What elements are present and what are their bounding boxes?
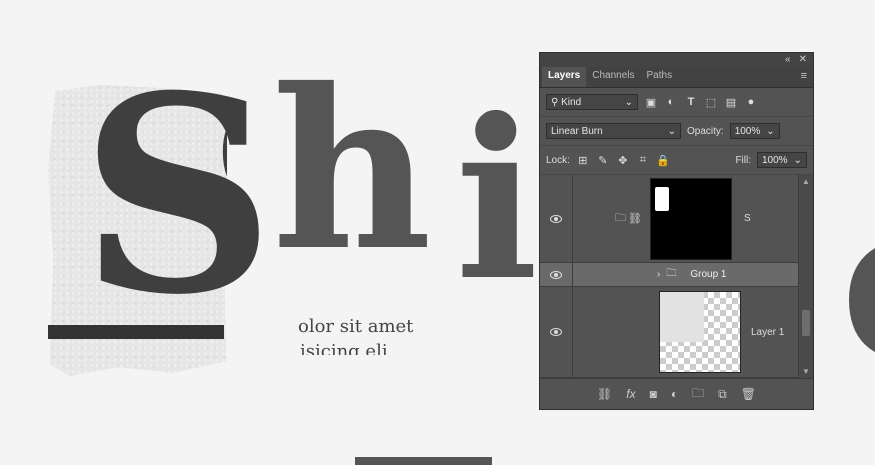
pixel-filter-icon[interactable]: ▣ bbox=[644, 95, 658, 109]
new-group-icon[interactable]: 🗀 bbox=[692, 384, 704, 405]
scroll-up-icon[interactable]: ▲ bbox=[802, 177, 810, 186]
letter-s: S bbox=[80, 36, 275, 354]
underline-bar bbox=[48, 325, 224, 339]
trash-icon[interactable]: 🗑 bbox=[741, 387, 756, 401]
layers-panel: « ✕ Layers Channels Paths ≡ ⚲ Kind ⌄ ▣ ◐… bbox=[539, 52, 814, 410]
layer-mask-thumbnail[interactable] bbox=[649, 177, 732, 260]
chevron-down-icon: ⌄ bbox=[766, 125, 775, 137]
tab-layers[interactable]: Layers bbox=[542, 67, 587, 87]
opacity-input[interactable]: 100% ⌄ bbox=[729, 123, 780, 139]
layer-row[interactable]: Layer 1 bbox=[540, 287, 799, 378]
filter-kind-label: Kind bbox=[561, 96, 582, 108]
bottom-bar bbox=[355, 457, 492, 465]
eye-icon bbox=[550, 328, 562, 336]
layer-name[interactable]: Layer 1 bbox=[751, 327, 784, 338]
letter-fragment: e bbox=[840, 170, 875, 390]
shape-filter-icon[interactable]: ⬚ bbox=[704, 95, 718, 109]
layer-name[interactable]: Group 1 bbox=[690, 269, 726, 280]
panel-tabs: Layers Channels Paths ≡ bbox=[540, 67, 813, 88]
lock-transparent-icon[interactable]: ⊞ bbox=[576, 153, 590, 167]
fx-icon[interactable]: fx bbox=[626, 387, 635, 401]
link-icon[interactable]: ⛓ bbox=[628, 212, 642, 225]
fill-input[interactable]: 100% ⌄ bbox=[757, 152, 807, 168]
fill-value: 100% bbox=[762, 154, 788, 166]
panel-footer: ⛓ fx ◙ ◐ 🗀 ⧉ 🗑 bbox=[540, 378, 813, 409]
chevron-down-icon: ⌄ bbox=[667, 125, 676, 137]
smart-object-filter-icon[interactable]: ▤ bbox=[724, 95, 738, 109]
type-filter-icon[interactable]: T bbox=[684, 95, 698, 109]
lock-image-icon[interactable]: ✎ bbox=[596, 153, 610, 167]
adjustment-filter-icon[interactable]: ◐ bbox=[664, 95, 678, 109]
letter-h: h bbox=[272, 40, 432, 299]
layers-list: 🗀 ⛓ S › 🗀 Group 1 Layer 1 ▲ ▼ bbox=[540, 175, 813, 378]
collapse-icon[interactable]: « bbox=[785, 53, 791, 67]
blend-row: Linear Burn ⌄ Opacity: 100% ⌄ bbox=[540, 117, 813, 146]
blend-mode-value: Linear Burn bbox=[551, 125, 603, 137]
lock-label: Lock: bbox=[546, 154, 570, 166]
layers-scrollbar[interactable]: ▲ ▼ bbox=[798, 175, 813, 378]
blend-mode-select[interactable]: Linear Burn ⌄ bbox=[546, 123, 681, 139]
adjustment-layer-icon[interactable]: ◐ bbox=[671, 387, 678, 401]
lock-row: Lock: ⊞ ✎ ✥ ⌗ 🔒 Fill: 100% ⌄ bbox=[540, 146, 813, 175]
layer-row-group[interactable]: › 🗀 Group 1 bbox=[540, 263, 799, 287]
tab-channels[interactable]: Channels bbox=[586, 67, 640, 87]
layer-row[interactable]: 🗀 ⛓ S bbox=[540, 175, 799, 263]
lock-artboard-icon[interactable]: ⌗ bbox=[636, 153, 650, 167]
search-icon: ⚲ bbox=[551, 96, 559, 108]
scrollbar-thumb[interactable] bbox=[802, 310, 810, 336]
layer-name[interactable]: S bbox=[744, 213, 751, 224]
fill-label: Fill: bbox=[735, 154, 751, 166]
new-layer-icon[interactable]: ⧉ bbox=[718, 387, 727, 402]
layer-thumbnail[interactable] bbox=[659, 291, 741, 373]
eye-icon bbox=[550, 214, 562, 223]
letter-s-duplicate: S bbox=[205, 60, 227, 330]
panel-menu-icon[interactable]: ≡ bbox=[801, 70, 807, 82]
chevron-right-icon[interactable]: › bbox=[657, 269, 660, 280]
tab-paths[interactable]: Paths bbox=[641, 67, 679, 87]
visibility-toggle[interactable] bbox=[540, 175, 573, 262]
filter-row: ⚲ Kind ⌄ ▣ ◐ T ⬚ ▤ ● bbox=[540, 88, 813, 117]
folder-icon: 🗀 bbox=[666, 268, 677, 279]
visibility-toggle[interactable] bbox=[540, 263, 573, 286]
opacity-label: Opacity: bbox=[687, 125, 724, 137]
link-layers-icon[interactable]: ⛓ bbox=[597, 387, 612, 401]
close-icon[interactable]: ✕ bbox=[799, 53, 807, 67]
body-text-line-1: olor sit amet bbox=[298, 316, 414, 337]
panel-titlebar: « ✕ bbox=[540, 53, 813, 67]
scroll-down-icon[interactable]: ▼ bbox=[802, 367, 810, 376]
chevron-down-icon: ⌄ bbox=[793, 154, 802, 166]
lock-all-icon[interactable]: 🔒 bbox=[656, 153, 670, 167]
lock-position-icon[interactable]: ✥ bbox=[616, 153, 630, 167]
folder-icon: 🗀 bbox=[615, 212, 626, 224]
letter-i: i bbox=[455, 70, 539, 329]
add-mask-icon[interactable]: ◙ bbox=[650, 387, 657, 401]
chevron-down-icon: ⌄ bbox=[624, 96, 633, 108]
filter-kind-select[interactable]: ⚲ Kind ⌄ bbox=[546, 94, 638, 110]
visibility-toggle[interactable] bbox=[540, 287, 573, 377]
opacity-value: 100% bbox=[734, 125, 761, 137]
eye-icon bbox=[550, 270, 562, 279]
filter-toggle-icon[interactable]: ● bbox=[744, 95, 758, 109]
body-text-line-2: isicing eli bbox=[300, 341, 388, 355]
